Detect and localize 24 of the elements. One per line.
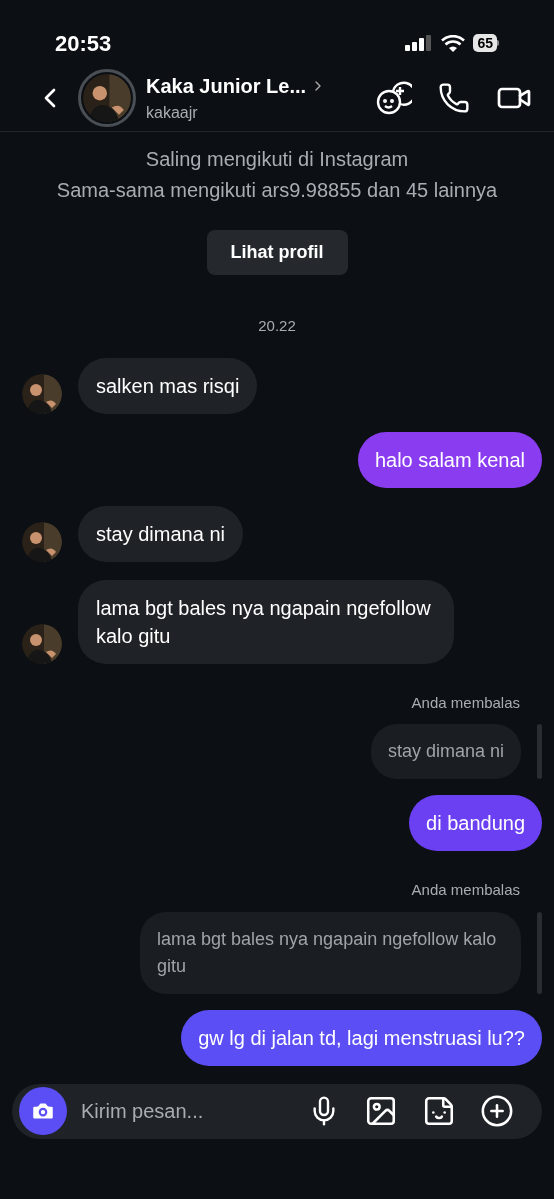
- status-time: 20:53: [55, 29, 112, 58]
- camera-button[interactable]: [19, 1087, 67, 1136]
- wifi-icon: [441, 34, 466, 52]
- message-bubble: gw lg di jalan td, lagi menstruasi lu??: [181, 1009, 542, 1066]
- reply-label: Anda membalas: [411, 692, 520, 713]
- battery-icon: 65: [473, 34, 499, 53]
- reply-label: Anda membalas: [411, 880, 520, 901]
- profile-info: Sama-sama mengikuti ars9.98855 dan 45 lainnya: [56, 178, 498, 204]
- timestamp: 20.22: [258, 316, 296, 337]
- message-bubble: lama bgt bales nya ngapain ngefollow kalo gitu: [78, 579, 454, 664]
- message-bubble: salken mas risqi: [78, 357, 258, 414]
- quoted-message: stay dimana ni: [370, 724, 521, 780]
- add-icon[interactable]: [480, 1094, 514, 1129]
- effects-icon[interactable]: [376, 80, 412, 117]
- contact-name[interactable]: Kaka Junior Le...: [146, 71, 307, 102]
- signal-icon: [405, 35, 434, 52]
- view-profile-button[interactable]: Lihat profil: [206, 230, 348, 276]
- profile-info: Saling mengikuti di Instagram: [145, 147, 409, 173]
- message-bubble: stay dimana ni: [78, 505, 243, 562]
- message-bubble: halo salam kenal: [357, 431, 542, 488]
- phone-icon[interactable]: [438, 82, 470, 115]
- quoted-message: lama bgt bales nya ngapain ngefollow kalo gitu: [140, 911, 522, 994]
- contact-username: kakaajr: [146, 103, 199, 124]
- message-bubble: di bandung: [409, 795, 542, 852]
